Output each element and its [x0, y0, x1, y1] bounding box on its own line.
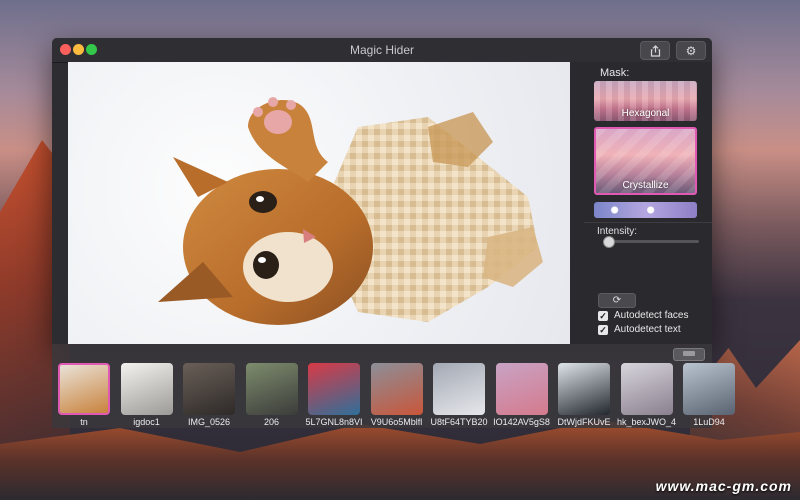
thumbnail-label: 5L7GNL8n8VI: [305, 417, 363, 427]
thumbnail-item[interactable]: [120, 363, 173, 415]
intensity-label: Intensity:: [597, 226, 638, 237]
thumbnail-item[interactable]: [495, 363, 548, 415]
thumbnail-item[interactable]: [433, 363, 485, 415]
autodetect-text-row[interactable]: ✓ Autodetect text: [598, 324, 681, 335]
kitten-photo: [158, 97, 543, 325]
thumbnail-item[interactable]: [620, 363, 673, 415]
thumbnail-label: hk_bexJWO_4: [616, 417, 677, 427]
mask-crystallize[interactable]: Crystallize: [594, 127, 697, 195]
gear-icon: ⚙: [685, 43, 697, 58]
mask-name: Crystallize: [622, 180, 669, 191]
thumbnail-strip: tn igdoc1 IMG_0526 206 5L7GNL8n8VI V9U6o5Mblf…: [52, 344, 735, 428]
refresh-button[interactable]: ⟳: [598, 293, 636, 308]
app-window: Magic Hider ⚙ Mask: Hexagonal Crystalliz…: [52, 38, 712, 344]
thumbnail-label: IO142AV5gS8: [493, 417, 550, 427]
mask-name: Hexagonal: [621, 108, 670, 119]
intensity-slider[interactable]: [602, 236, 699, 248]
autodetect-text-label: Autodetect text: [614, 324, 681, 335]
thumbnail-label: U8tF64TYB20: [430, 417, 488, 427]
thumbnail-label: 1LuD94: [693, 417, 725, 427]
panel-divider: [584, 222, 712, 223]
mask-hexagonal[interactable]: Hexagonal: [594, 81, 697, 121]
thumbnail-item[interactable]: [183, 363, 235, 415]
strip-toggle-button[interactable]: [673, 348, 705, 361]
thumbnail-item[interactable]: [58, 363, 110, 415]
thumbnail-item[interactable]: [558, 363, 610, 415]
settings-button[interactable]: ⚙: [676, 41, 706, 60]
autodetect-text-checkbox[interactable]: ✓: [598, 324, 608, 335]
thumbnail-label: tn: [80, 417, 88, 427]
autodetect-faces-checkbox[interactable]: ✓: [598, 310, 608, 321]
autodetect-faces-label: Autodetect faces: [614, 310, 689, 321]
thumbnail-label: 206: [263, 417, 280, 427]
thumbnail-item[interactable]: [683, 363, 735, 415]
image-canvas[interactable]: [68, 62, 570, 344]
thumbnail-label: igdoc1: [133, 417, 160, 427]
share-icon: [650, 44, 660, 57]
thumbnail-item[interactable]: [245, 363, 298, 415]
refresh-icon: ⟳: [612, 295, 622, 306]
watermark: www.mac-gm.com: [655, 478, 792, 494]
slider-knob[interactable]: [602, 236, 615, 248]
share-button[interactable]: [640, 41, 670, 60]
thumbnail-label: IMG_0526: [187, 417, 231, 427]
thumbnail-label: DtWjdFKUvE: [557, 417, 611, 427]
options-panel: Mask: Hexagonal Crystallize Intensity: ⟳…: [570, 62, 712, 344]
window-title: Magic Hider: [349, 43, 415, 57]
title-bar: Magic Hider ⚙: [52, 38, 712, 63]
mask-label: Mask:: [600, 67, 630, 79]
thumbnail-item[interactable]: [308, 363, 360, 415]
thumbnail-label: V9U6o5Mblfl: [370, 417, 423, 427]
thumbnail-item[interactable]: [370, 363, 423, 415]
autodetect-faces-row[interactable]: ✓ Autodetect faces: [598, 310, 689, 321]
mask-option-3[interactable]: [594, 202, 697, 218]
